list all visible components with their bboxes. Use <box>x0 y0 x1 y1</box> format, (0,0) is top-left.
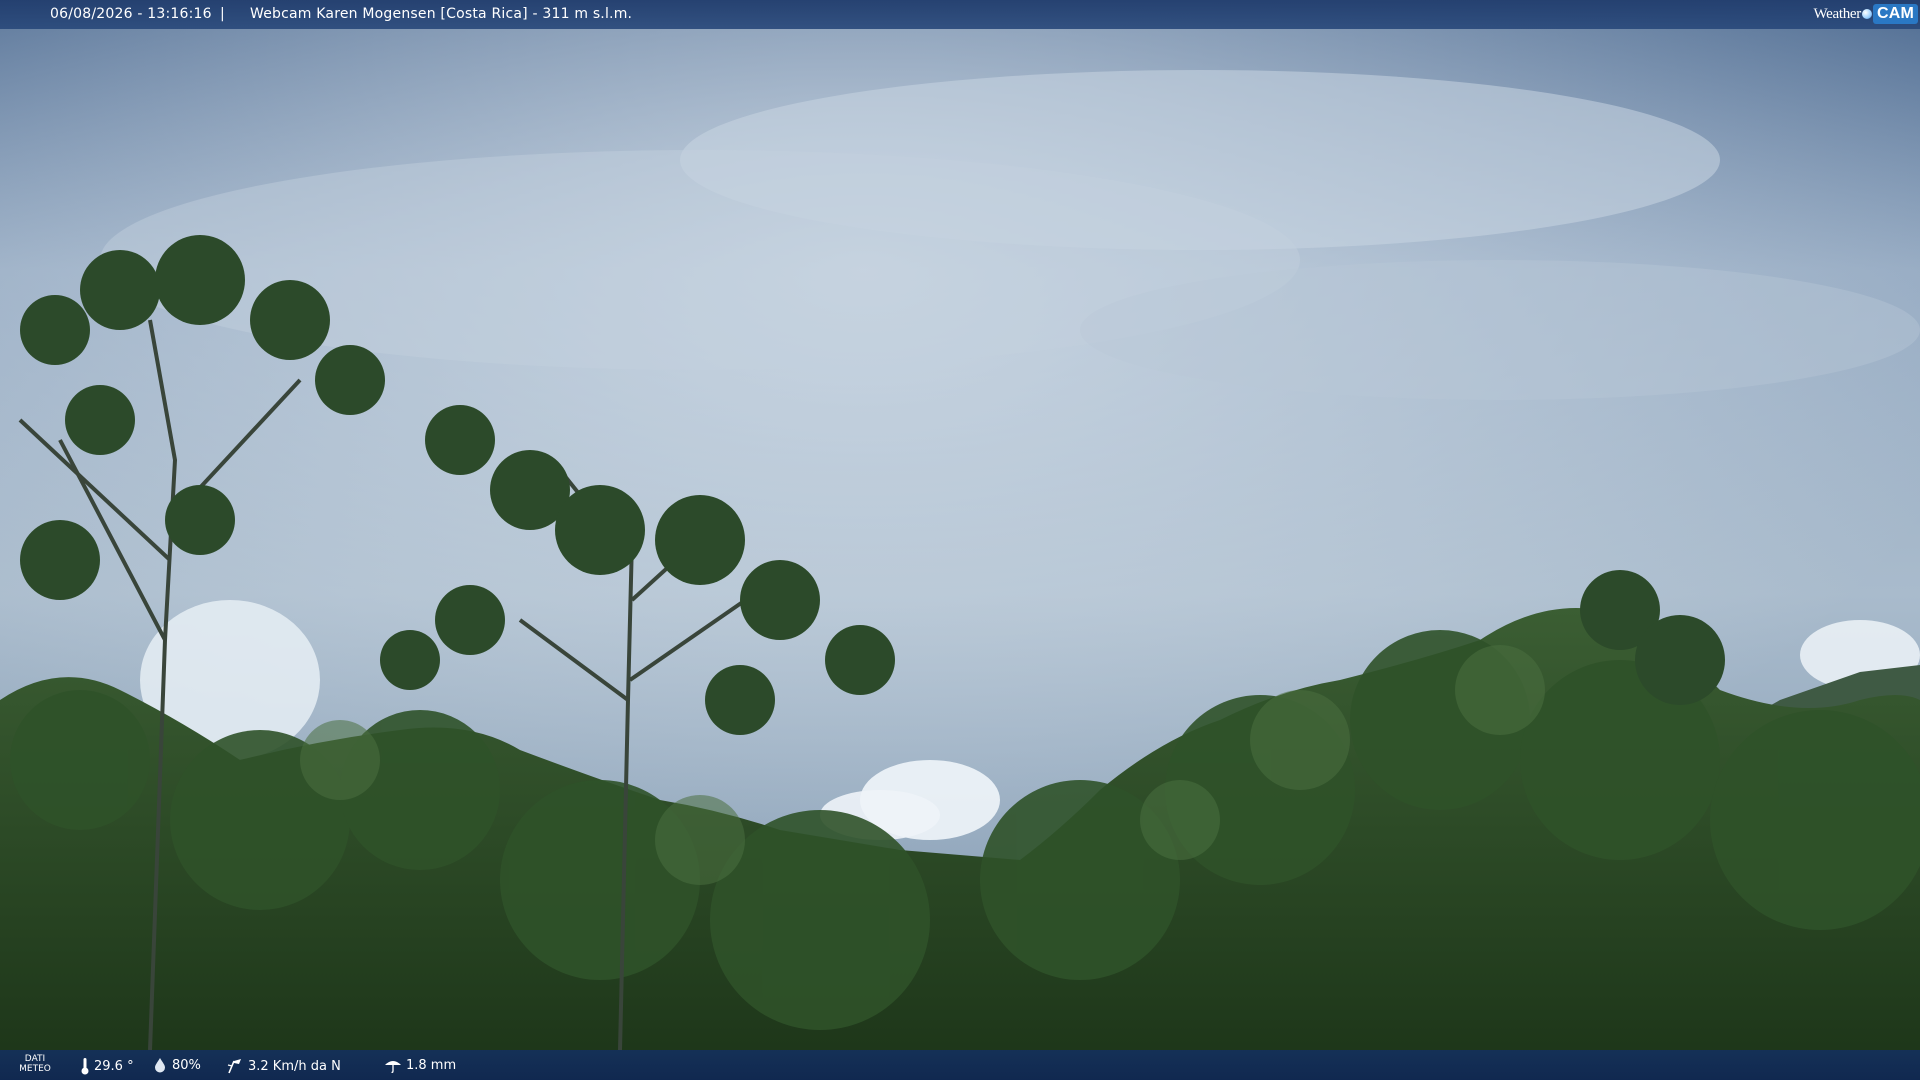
wind-readout: 3.2 Km/h da N <box>226 1057 341 1075</box>
meteo-label[interactable]: DATI METEO <box>18 1054 52 1074</box>
brand-dot-icon <box>1861 9 1872 19</box>
humidity-readout: 80% <box>152 1057 201 1073</box>
meteo-label-line2: METEO <box>19 1064 51 1074</box>
brand-logo[interactable]: Weather CAM <box>1813 2 1918 26</box>
meteo-label-line1: DATI <box>24 1054 46 1064</box>
thermometer-icon <box>81 1058 89 1075</box>
timestamp: 06/08/2026 - 13:16:16 <box>50 6 212 22</box>
weather-data-bar: DATI METEO 29.6 ° 80% 3.2 Km/h da N 1.8 … <box>0 1050 1920 1080</box>
brand-word: Weather <box>1813 5 1861 22</box>
temperature-value: 29.6 ° <box>94 1058 134 1074</box>
title-separator: | <box>220 6 225 22</box>
humidity-drop-icon <box>155 1058 165 1073</box>
landscape-image <box>0 0 1920 1080</box>
webcam-title-bar: 06/08/2026 - 13:16:16 | Webcam Karen Mog… <box>0 0 1920 29</box>
rain-icon <box>385 1061 401 1073</box>
webcam-frame: 06/08/2026 - 13:16:16 | Webcam Karen Mog… <box>0 0 1920 1080</box>
wind-value: 3.2 Km/h da N <box>248 1058 341 1074</box>
rain-value: 1.8 mm <box>406 1057 457 1073</box>
temperature-readout: 29.6 ° <box>80 1057 134 1075</box>
brand-cam: CAM <box>1872 4 1918 24</box>
camera-title: Webcam Karen Mogensen [Costa Rica] - 311… <box>250 6 633 22</box>
rain-readout: 1.8 mm <box>384 1057 456 1073</box>
humidity-value: 80% <box>172 1057 201 1073</box>
wind-icon <box>227 1059 241 1074</box>
